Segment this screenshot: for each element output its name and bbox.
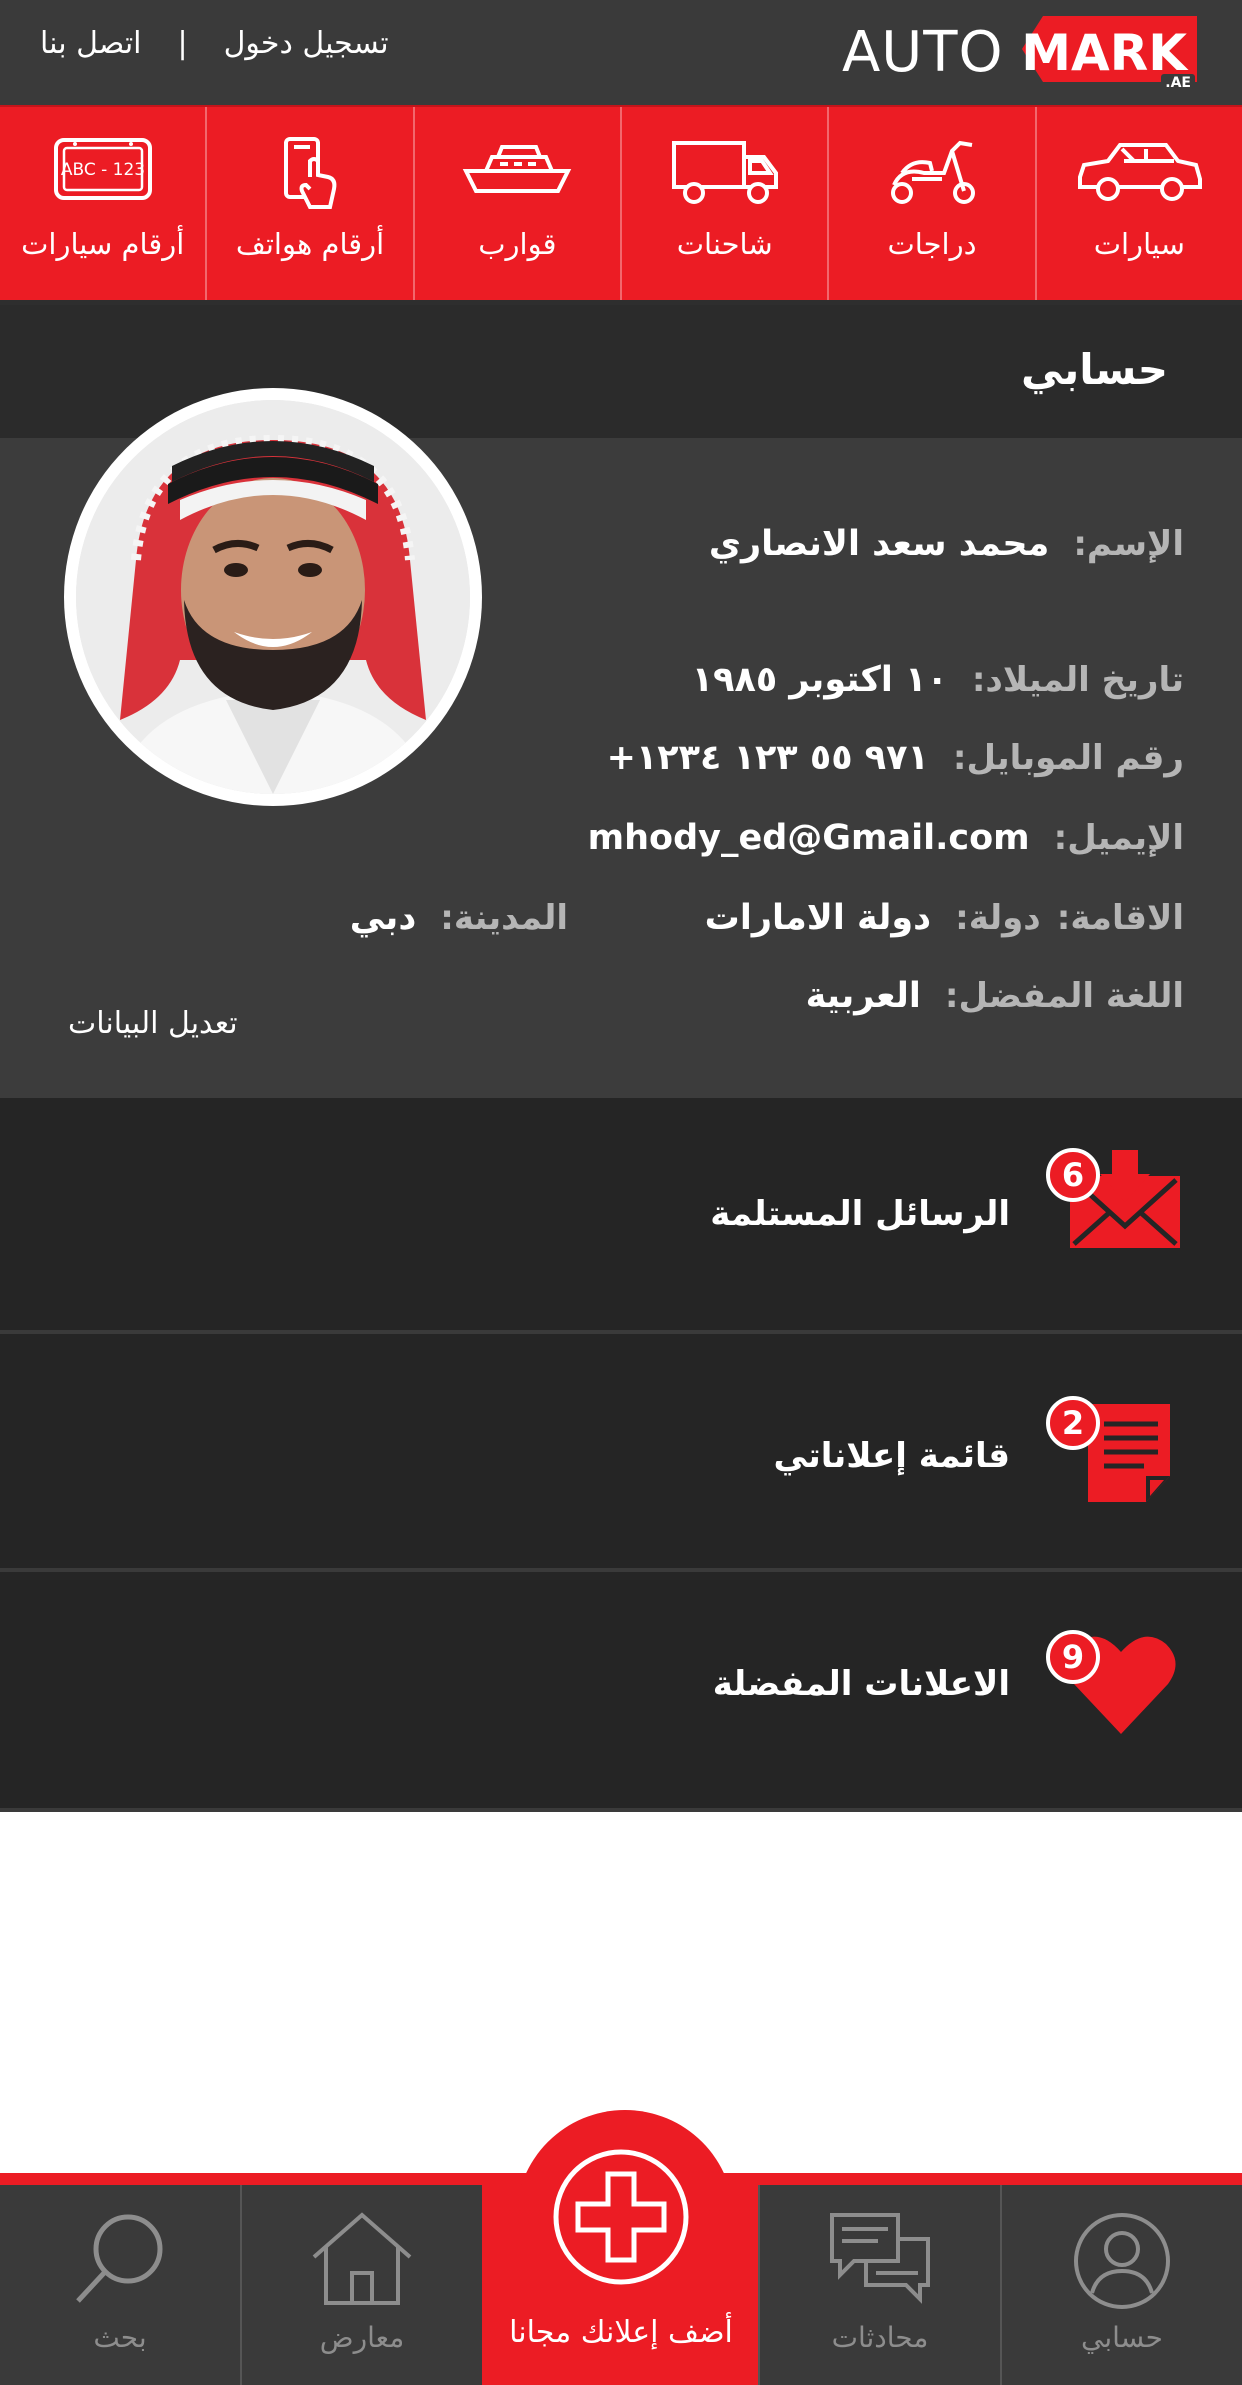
nav-account[interactable]: حسابي — [1000, 2185, 1242, 2385]
menu-label: قائمة إعلاناتي — [773, 1436, 1010, 1476]
logo-text-auto: AUTO — [842, 20, 1004, 85]
category-label: دراجات — [887, 227, 977, 261]
menu-label: الاعلانات المفضلة — [712, 1664, 1010, 1704]
category-boats[interactable]: قوارب — [412, 107, 620, 302]
plate-text: ABC - 123 — [61, 160, 145, 180]
country-label: دولة: — [955, 898, 1041, 938]
plus-circle-icon — [553, 2149, 689, 2285]
mobile-label: رقم الموبايل: — [952, 738, 1184, 778]
nav-label: حسابي — [1081, 2321, 1163, 2354]
language-value: العربية — [805, 976, 921, 1016]
search-icon — [76, 2214, 163, 2303]
login-link[interactable]: تسجيل دخول — [224, 26, 389, 61]
category-label: قوارب — [478, 227, 557, 261]
residence-row: الاقامة: دولة: دولة الامارات — [705, 898, 1184, 938]
name-value: محمد سعد الانصاري — [708, 524, 1050, 564]
language-label: اللغة المفضل: — [944, 976, 1184, 1016]
category-bar: سيارات دراجات شاحنات قوارب أرقام هواتف A… — [0, 105, 1242, 302]
category-plate-numbers[interactable]: ABC - 123 أرقام سيارات — [0, 107, 205, 302]
email-label: الإيميل: — [1053, 818, 1184, 858]
country-value: دولة الامارات — [704, 898, 932, 938]
category-trucks[interactable]: شاحنات — [620, 107, 827, 302]
name-row: الإسم: محمد سعد الانصاري — [709, 524, 1184, 564]
category-label: أرقام هواتف — [235, 227, 385, 261]
page-title: حسابي — [1020, 345, 1168, 394]
birthdate-value: ١٠ اكتوبر ١٩٨٥ — [691, 660, 948, 700]
car-icon — [1078, 143, 1203, 201]
top-links: تسجيل دخول | اتصل بنا — [40, 26, 389, 61]
category-bikes[interactable]: دراجات — [827, 107, 1034, 302]
license-plate-icon: ABC - 123 — [53, 138, 152, 200]
automark-logo[interactable]: AUTO MARK .AE — [842, 16, 1197, 92]
category-phone-numbers[interactable]: أرقام هواتف — [205, 107, 412, 302]
menu-item-inbox[interactable]: 6 الرسائل المستلمة — [0, 1098, 1242, 1334]
scooter-icon — [891, 140, 975, 204]
nav-search[interactable]: بحث — [0, 2185, 240, 2385]
truck-icon — [671, 141, 778, 204]
my-ads-count-badge: 2 — [1046, 1396, 1100, 1450]
mobile-row: رقم الموبايل: +٩٧١ ٥٥ ١٢٣ ١٢٣٤ — [607, 738, 1184, 778]
nav-showrooms[interactable]: معارض — [240, 2185, 482, 2385]
category-label: شاحنات — [676, 227, 773, 261]
add-ad-label[interactable]: أضف إعلانك مجانا — [483, 2315, 759, 2350]
menu-item-favorites[interactable]: 9 الاعلانات المفضلة — [0, 1572, 1242, 1812]
mobile-value: +٩٧١ ٥٥ ١٢٣ ١٢٣٤ — [606, 738, 929, 778]
nav-chats[interactable]: محادثات — [758, 2185, 1000, 2385]
nav-label: بحث — [93, 2321, 147, 2354]
avatar — [64, 388, 482, 806]
contact-link[interactable]: اتصل بنا — [40, 26, 142, 61]
name-label: الإسم: — [1073, 524, 1184, 564]
avatar-photo — [76, 400, 470, 794]
email-value: mhody_ed@Gmail.com — [587, 818, 1030, 858]
favorites-count-badge: 9 — [1046, 1630, 1100, 1684]
edit-profile-link[interactable]: تعديل البيانات — [68, 1006, 238, 1041]
menu-item-my-ads[interactable]: 2 قائمة إعلاناتي — [0, 1334, 1242, 1572]
inbox-count-badge: 6 — [1046, 1148, 1100, 1202]
home-icon — [312, 2212, 412, 2305]
category-cars[interactable]: سيارات — [1034, 107, 1242, 302]
language-row: اللغة المفضل: العربية — [806, 976, 1184, 1016]
logo-text-ae: .AE — [1161, 74, 1195, 92]
email-row: الإيميل: mhody_ed@Gmail.com — [588, 818, 1184, 858]
menu-label: الرسائل المستلمة — [710, 1194, 1010, 1234]
phone-touch-icon — [284, 137, 337, 209]
city-value: دبي — [349, 898, 417, 938]
birthdate-label: تاريخ الميلاد: — [971, 660, 1184, 700]
boat-icon — [463, 145, 572, 193]
top-bar: تسجيل دخول | اتصل بنا AUTO MARK .AE — [0, 0, 1242, 105]
category-label: أرقام سيارات — [21, 227, 185, 261]
separator: | — [177, 26, 188, 61]
birthdate-row: تاريخ الميلاد: ١٠ اكتوبر ١٩٨٥ — [692, 660, 1184, 700]
category-label: سيارات — [1093, 227, 1185, 261]
nav-label: محادثات — [831, 2321, 929, 2354]
user-icon — [1074, 2213, 1170, 2309]
city-label: المدينة: — [440, 898, 568, 938]
city-row: المدينة: دبي — [350, 898, 568, 938]
residence-label: الاقامة: — [1056, 898, 1184, 938]
chat-bubbles-icon — [830, 2213, 930, 2304]
user-portrait-icon — [76, 400, 470, 794]
nav-label: معارض — [319, 2321, 405, 2354]
